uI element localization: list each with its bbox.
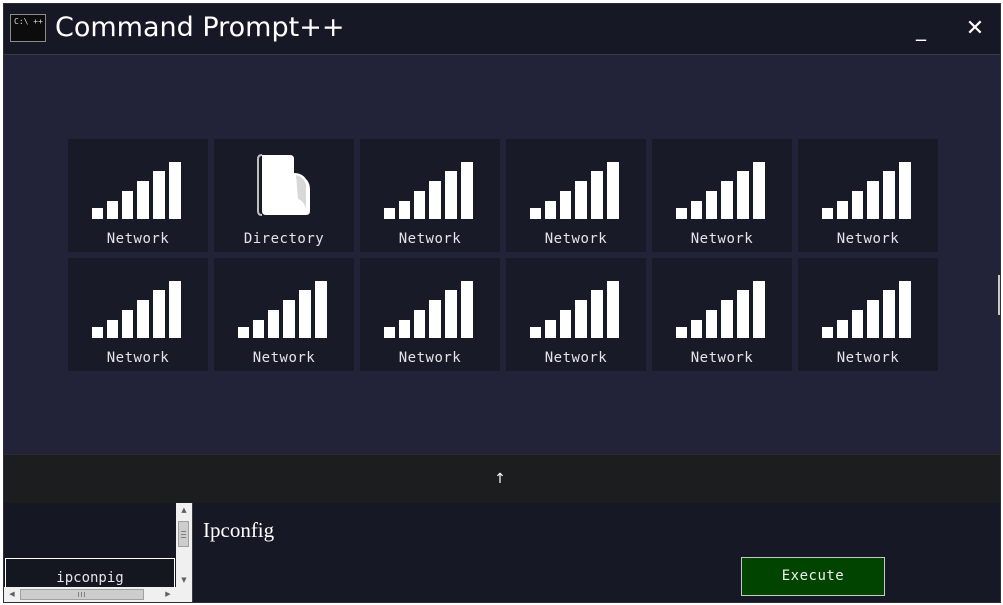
tile-label: Network (690, 231, 754, 247)
directory-tile[interactable]: Directory (214, 139, 354, 252)
title-bar[interactable]: C:\ ++ Command Prompt++ _ ✕ (4, 4, 1000, 55)
network-signal-icon (68, 276, 208, 338)
command-input[interactable]: Ipconfig (203, 517, 274, 543)
network-signal-icon (360, 157, 500, 219)
network-tile[interactable]: Network (652, 139, 792, 252)
network-tile[interactable]: Network (68, 139, 208, 252)
history-vertical-scrollbar[interactable]: ▲ ▼ (176, 503, 192, 587)
vertical-scroll-thumb[interactable] (178, 521, 189, 547)
network-tile[interactable]: Network (798, 258, 938, 371)
command-prompt-window: C:\ ++ Command Prompt++ _ ✕ Network Direc… (3, 3, 1001, 603)
network-tile[interactable]: Network (214, 258, 354, 371)
scroll-up-arrow-icon[interactable]: ▲ (176, 503, 192, 517)
shortcut-tile-grid: Network Directory Network Network Network Net… (68, 139, 938, 371)
tile-label: Network (836, 231, 900, 247)
execute-button[interactable]: Execute (741, 557, 885, 596)
network-signal-icon (652, 157, 792, 219)
close-button[interactable]: ✕ (958, 14, 992, 44)
network-tile[interactable]: Network (360, 139, 500, 252)
network-signal-icon (214, 276, 354, 338)
network-tile[interactable]: Network (798, 139, 938, 252)
tile-label: Network (544, 231, 608, 247)
tile-label: Directory (243, 231, 325, 247)
tile-label: Network (836, 350, 900, 366)
tile-label: Network (398, 231, 462, 247)
command-prompt-app-icon: C:\ ++ (10, 14, 46, 42)
network-tile[interactable]: Network (506, 258, 646, 371)
command-panel: ipconpig ▲ ▼ ◀ ▶ Ipconfig Execute (4, 503, 1000, 602)
history-item[interactable]: ipconpig (5, 558, 175, 588)
horizontal-scroll-thumb[interactable] (20, 589, 144, 600)
network-signal-icon (506, 157, 646, 219)
navigate-up-button[interactable]: ↑ (490, 469, 510, 489)
tile-label: Network (690, 350, 754, 366)
network-signal-icon (798, 276, 938, 338)
network-tile[interactable]: Network (360, 258, 500, 371)
background-window-edge (998, 275, 1000, 315)
tile-label: Network (106, 350, 170, 366)
navigation-bar: ↑ (4, 454, 1000, 504)
command-history-list[interactable]: ipconpig (4, 503, 176, 588)
network-signal-icon (506, 276, 646, 338)
window-title: Command Prompt++ (55, 12, 345, 43)
command-history-box: ipconpig ▲ ▼ ◀ ▶ (4, 503, 193, 602)
network-signal-icon (798, 157, 938, 219)
network-tile[interactable]: Network (68, 258, 208, 371)
network-signal-icon (360, 276, 500, 338)
network-tile[interactable]: Network (652, 258, 792, 371)
tile-label: Network (252, 350, 316, 366)
folder-icon (214, 153, 354, 216)
tile-label: Network (398, 350, 462, 366)
tile-label: Network (544, 350, 608, 366)
tile-label: Network (106, 231, 170, 247)
network-signal-icon (68, 157, 208, 219)
scroll-down-arrow-icon[interactable]: ▼ (176, 573, 192, 587)
history-horizontal-scrollbar[interactable]: ◀ ▶ (4, 587, 192, 602)
network-signal-icon (652, 276, 792, 338)
scroll-left-arrow-icon[interactable]: ◀ (4, 587, 20, 602)
scroll-right-arrow-icon[interactable]: ▶ (160, 587, 176, 602)
minimize-button[interactable]: _ (904, 14, 938, 44)
network-tile[interactable]: Network (506, 139, 646, 252)
